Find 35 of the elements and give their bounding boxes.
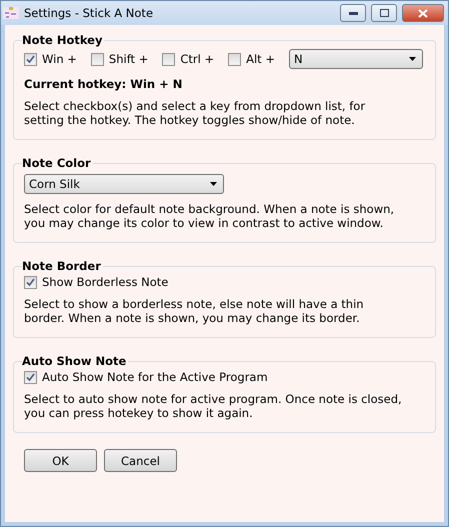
checkbox-label: Auto Show Note for the Active Program (42, 370, 268, 384)
group-title: Note Hotkey (22, 33, 104, 47)
maximize-button[interactable] (371, 4, 397, 22)
description-text: Select checkbox(s) and select a key from dropdown list, for setting the hotkey. The hotkey toggles show/hide of note. (24, 99, 366, 127)
key-dropdown[interactable]: N (288, 49, 423, 69)
group-title: Auto Show Note (22, 354, 128, 368)
checkbox[interactable] (162, 52, 176, 66)
checkbox-label: Ctrl + (180, 52, 214, 66)
caret-icon (210, 182, 217, 186)
maximize-icon (380, 9, 388, 17)
group-title: Note Border (22, 259, 102, 273)
window-title: Settings - Stick A Note (24, 6, 154, 20)
checkbox-label: Shift + (108, 52, 148, 66)
current-hotkey-text: Current hotkey: Win + N (24, 77, 184, 91)
checkbox-label: Show Borderless Note (42, 275, 168, 289)
checkbox-label: Win + (42, 52, 77, 66)
ok-button[interactable]: OK (24, 449, 97, 472)
checkbox-label: Alt + (246, 52, 275, 66)
close-button[interactable] (402, 4, 444, 22)
checkbox[interactable] (90, 52, 104, 66)
description-text: Select to show a borderless note, else note will have a thin border. When a note is shown, you may change its border. (24, 297, 365, 325)
group-title: Note Color (22, 156, 92, 170)
cancel-button[interactable]: Cancel (104, 449, 177, 472)
minimize-icon (348, 12, 358, 14)
checkbox[interactable] (24, 276, 37, 288)
checkbox[interactable] (228, 52, 242, 66)
minimize-button[interactable] (340, 4, 366, 22)
color-dropdown[interactable]: Corn Silk (24, 174, 224, 194)
checkbox[interactable] (24, 370, 37, 384)
close-icon (418, 8, 428, 18)
caret-icon (408, 57, 416, 61)
description-text: Select to auto show note for active program. Once note is closed, you can press hotekey to show it again. (24, 392, 403, 420)
checkbox[interactable] (24, 52, 37, 66)
description-text: Select color for default note background. When a note is shown, you may change its color to view in contrast to active window. (24, 202, 396, 230)
app-icon (3, 5, 19, 21)
